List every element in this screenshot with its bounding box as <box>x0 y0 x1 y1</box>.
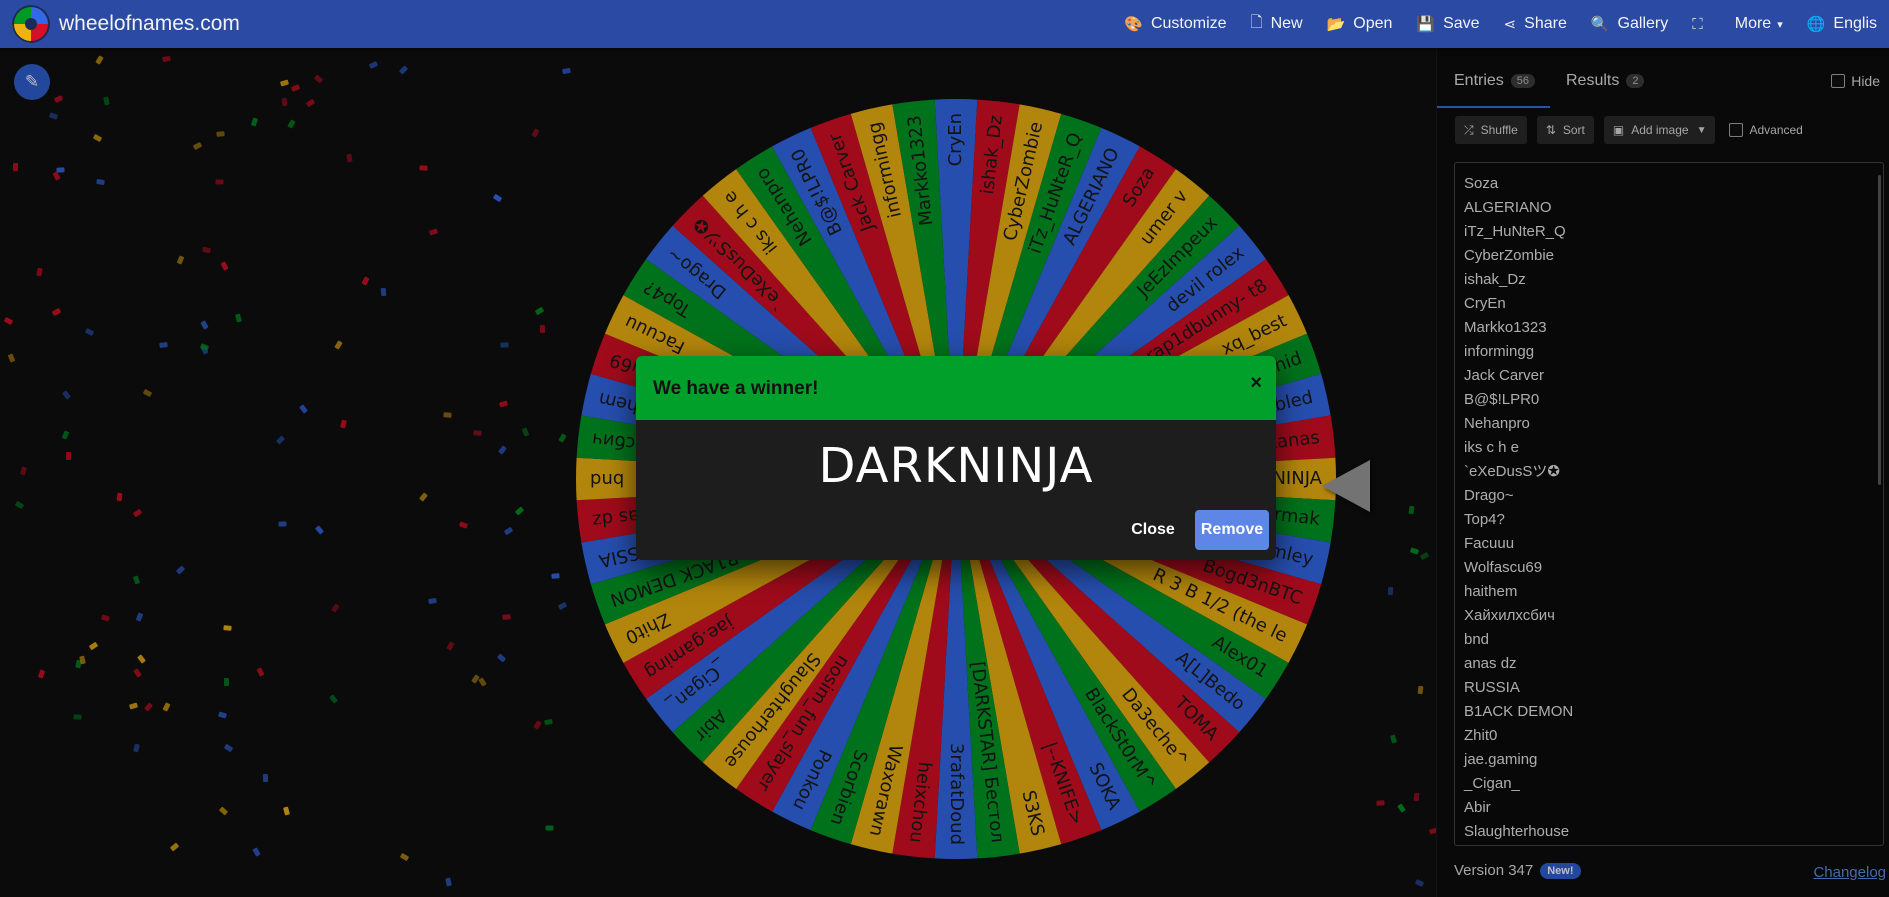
menu-item-save[interactable]: 💾 Save <box>1404 0 1491 48</box>
menu-label: Customize <box>1150 15 1227 32</box>
winner-name: DARKNINJA <box>818 438 1094 494</box>
menu-item-englis[interactable]: 🌐 Englis <box>1795 0 1889 48</box>
menu-item-gallery[interactable]: 🔍 Gallery <box>1579 0 1680 48</box>
menu-label: New <box>1270 15 1303 32</box>
dialog-title: We have a winner! <box>653 378 819 399</box>
folder-open-icon: 📂 <box>1326 16 1346 33</box>
file-icon: 🗋 <box>1250 13 1263 31</box>
menu-item-new[interactable]: 🗋 New <box>1239 0 1315 48</box>
palette-icon: 🎨 <box>1124 16 1143 33</box>
winner-dialog: We have a winner! × DARKNINJA Close Remo… <box>636 356 1276 560</box>
share-icon: ⋖ <box>1503 16 1517 33</box>
menu-label: More <box>1734 15 1772 32</box>
chevron-down-icon: ▾ <box>1777 18 1783 31</box>
dialog-header: We have a winner! × <box>636 356 1276 420</box>
fullscreen-icon: ⛶ <box>1692 15 1703 33</box>
menu-item-fullscreen[interactable]: ⛶ <box>1680 0 1723 48</box>
main-menu: 🎨 Customize 🗋 New 📂 Open 💾 Save ⋖ Share 🔍 Gallery ⛶ M… <box>1112 0 1889 48</box>
close-icon[interactable]: × <box>1250 372 1262 395</box>
search-icon: 🔍 <box>1590 16 1610 33</box>
site-title[interactable]: wheelofnames.com <box>59 12 240 36</box>
menu-item-customize[interactable]: 🎨 Customize <box>1112 0 1238 48</box>
menu-item-open[interactable]: 📂 Open <box>1315 0 1405 48</box>
save-icon: 💾 <box>1416 16 1436 33</box>
top-bar: wheelofnames.com 🎨 Customize 🗋 New 📂 Open 💾 Sav… <box>0 0 1889 48</box>
close-button[interactable]: Close <box>1124 510 1182 550</box>
menu-item-share[interactable]: ⋖ Share <box>1492 0 1579 48</box>
menu-label: Share <box>1524 15 1567 32</box>
menu-label: Save <box>1443 15 1480 32</box>
menu-item-more[interactable]: More ▾ <box>1723 0 1795 48</box>
wheel-logo-icon[interactable] <box>12 5 50 43</box>
menu-label: Englis <box>1833 15 1877 32</box>
menu-label: Gallery <box>1617 15 1669 32</box>
globe-icon: 🌐 <box>1806 16 1826 33</box>
menu-label: Open <box>1353 15 1393 32</box>
remove-button[interactable]: Remove <box>1195 510 1269 550</box>
